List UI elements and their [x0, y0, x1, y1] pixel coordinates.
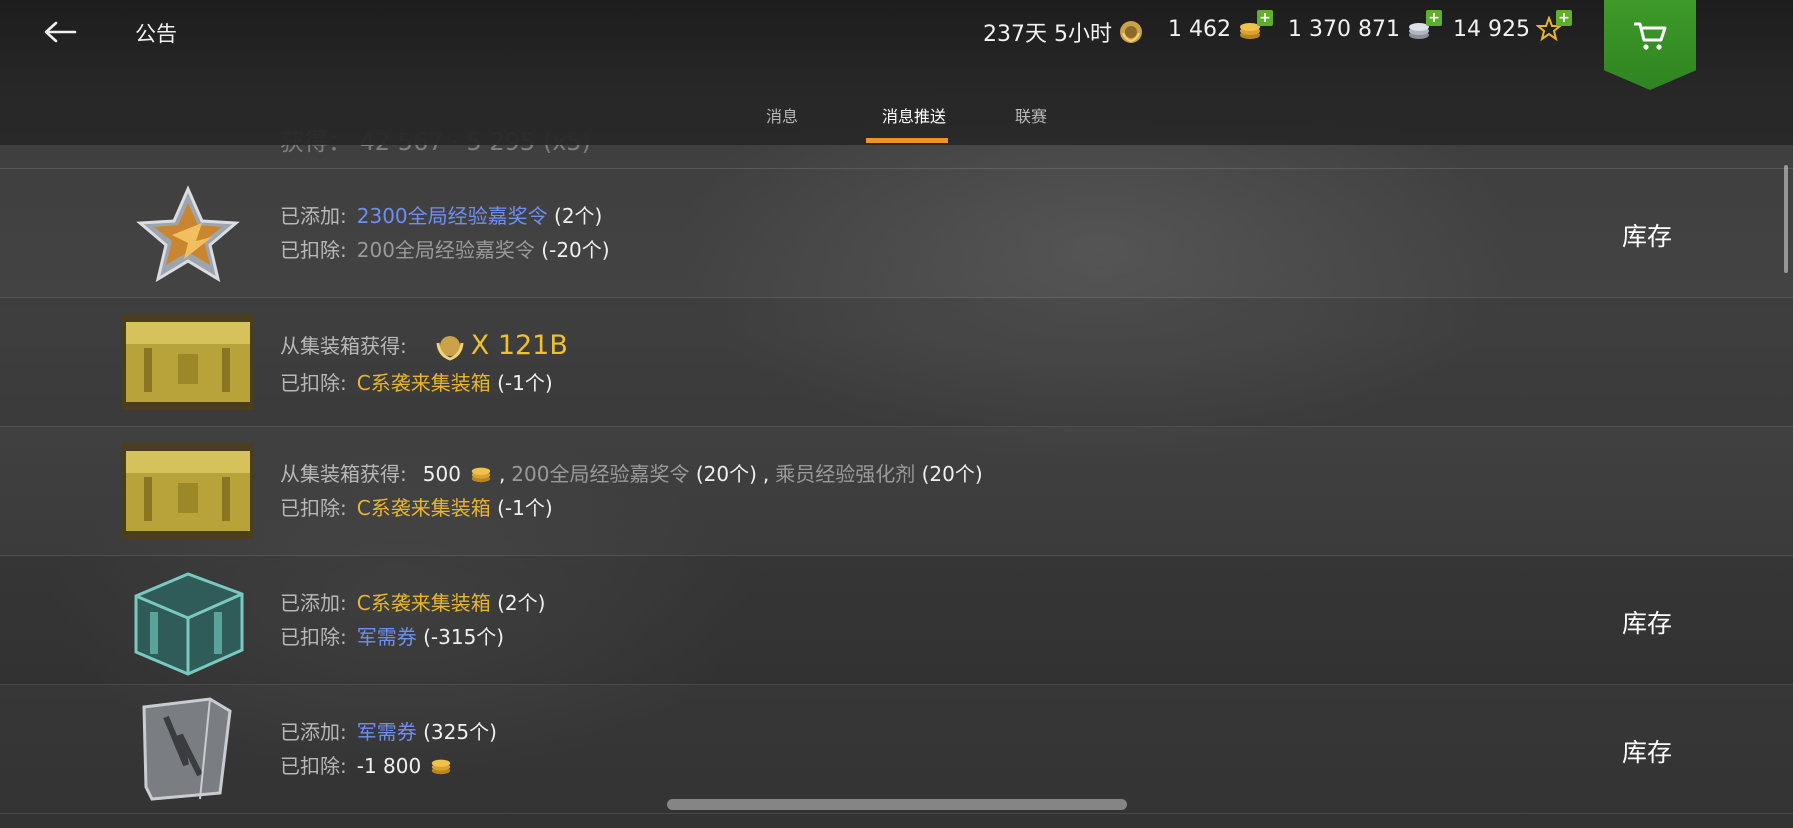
- item-qty: (325个): [423, 720, 497, 744]
- deducted-label: 已扣除:: [280, 625, 347, 649]
- row-lines: 从集装箱获得: 500 , 200全局经验嘉奖令 (20个), 乘员经验强化剂 (2…: [280, 457, 983, 525]
- premium-time[interactable]: 237天 5小时: [983, 16, 1144, 48]
- add-silver-icon[interactable]: +: [1425, 10, 1442, 26]
- premium-time-value: 237天 5小时: [983, 22, 1112, 47]
- list-item: 从集装箱获得: X 121B 已扣除: C系袭来集装箱 (-1个): [0, 298, 1793, 427]
- silver-coin-icon: +: [1406, 10, 1442, 42]
- item-name: 200全局经验嘉奖令: [511, 462, 690, 486]
- horizontal-scrollbar[interactable]: [667, 799, 1127, 810]
- premium-laurel-icon: [436, 336, 464, 361]
- voucher-icon: [122, 695, 254, 801]
- item-name: C系袭来集装箱: [356, 496, 491, 520]
- row-lines: 从集装箱获得: X 121B 已扣除: C系袭来集装箱 (-1个): [280, 326, 568, 400]
- list-item: 从集装箱获得: 500 , 200全局经验嘉奖令 (20个), 乘员经验强化剂 (2…: [0, 427, 1793, 556]
- tab-bar: 消息 消息推送 联赛: [0, 95, 1793, 145]
- add-gold-icon[interactable]: +: [1256, 10, 1273, 26]
- item-qty: (2个): [497, 591, 546, 615]
- back-arrow-icon[interactable]: [40, 14, 80, 50]
- add-star-icon[interactable]: +: [1555, 10, 1572, 26]
- gold-container-icon: [122, 443, 254, 539]
- item-qty: (-315个): [423, 625, 505, 649]
- vertical-scrollbar[interactable]: [1784, 165, 1788, 273]
- deducted-label: 已扣除:: [280, 496, 347, 520]
- top-bar: 公告 237天 5小时 1 462 + 1 370 871 + 14 925 +…: [0, 0, 1793, 145]
- active-tab-indicator: [866, 138, 948, 143]
- gold-amount: 500: [422, 462, 461, 486]
- gold-balance[interactable]: 1 462 +: [1168, 10, 1273, 42]
- added-label: 已添加:: [280, 591, 347, 615]
- item-qty: (20个): [695, 462, 757, 486]
- row-lines: 已添加: 军需券 (325个) 已扣除: -1 800: [280, 715, 497, 783]
- page-title: 公告: [135, 22, 177, 46]
- star-value: 14 925: [1453, 16, 1530, 42]
- row-lines: 已添加: 2300全局经验嘉奖令 (2个) 已扣除: 200全局经验嘉奖令 (-20…: [280, 199, 610, 267]
- list-item: 已添加: C系袭来集装箱 (2个) 已扣除: 军需券 (-315个) 库存: [0, 556, 1793, 685]
- gold-amount: -1 800: [356, 754, 422, 778]
- inventory-button[interactable]: 库存: [1622, 733, 1672, 769]
- gold-coin-icon: [432, 759, 451, 775]
- item-name: C系袭来集装箱: [356, 371, 491, 395]
- added-label: 已添加:: [280, 720, 347, 744]
- star-icon: +: [1535, 10, 1572, 42]
- cart-icon: [1634, 22, 1667, 50]
- inventory-button[interactable]: 库存: [1622, 604, 1672, 640]
- list-item: 已添加: 2300全局经验嘉奖令 (2个) 已扣除: 200全局经验嘉奖令 (-20…: [0, 169, 1793, 298]
- tab-messages[interactable]: 消息: [752, 103, 812, 127]
- container-reward-label: 从集装箱获得:: [280, 462, 407, 486]
- added-label: 已添加:: [280, 204, 347, 228]
- inventory-button[interactable]: 库存: [1622, 217, 1672, 253]
- container-reward-label: 从集装箱获得:: [280, 334, 407, 358]
- star-medal-icon: [122, 185, 254, 283]
- reward-amount: X 121B: [470, 330, 568, 361]
- item-qty: (2个): [554, 204, 603, 228]
- item-link[interactable]: 2300全局经验嘉奖令: [357, 199, 548, 233]
- notification-list[interactable]: 获得： 42 567 · 5 295 (x5) 已添加:2300全局经验嘉奖令 …: [0, 130, 1793, 828]
- item-qty: (20个): [921, 462, 983, 486]
- tab-league[interactable]: 联赛: [1000, 103, 1062, 127]
- item-name: 乘员经验强化剂: [775, 462, 916, 486]
- gold-coin-icon: [471, 467, 491, 483]
- item-qty: (-20个): [541, 238, 610, 262]
- silver-value: 1 370 871: [1288, 16, 1400, 42]
- item-name: C系袭来集装箱: [356, 591, 491, 615]
- separator: ,: [762, 462, 770, 486]
- teal-crate-icon: [122, 566, 254, 676]
- list-item: 已添加: 军需券 (325个) 已扣除: -1 800 库存: [0, 685, 1793, 814]
- shop-button[interactable]: [1604, 0, 1696, 90]
- deducted-label: 已扣除:: [280, 371, 347, 395]
- star-balance[interactable]: 14 925 +: [1453, 10, 1572, 42]
- deducted-label: 已扣除:: [280, 238, 347, 262]
- tab-push-messages[interactable]: 消息推送: [866, 103, 962, 127]
- row-lines: 已添加: C系袭来集装箱 (2个) 已扣除: 军需券 (-315个): [280, 586, 545, 654]
- item-link[interactable]: 军需券: [357, 715, 417, 749]
- premium-laurel-icon: [1118, 19, 1144, 45]
- item-name: 200全局经验嘉奖令: [356, 238, 535, 262]
- gold-container-icon: [122, 314, 254, 410]
- gold-coin-icon: +: [1237, 10, 1273, 42]
- silver-balance[interactable]: 1 370 871 +: [1288, 10, 1442, 42]
- item-qty: (-1个): [497, 371, 553, 395]
- item-link[interactable]: 军需券: [357, 620, 417, 654]
- deducted-label: 已扣除:: [280, 754, 347, 778]
- item-qty: (-1个): [497, 496, 553, 520]
- gold-value: 1 462: [1168, 16, 1231, 42]
- separator: ,: [498, 462, 506, 486]
